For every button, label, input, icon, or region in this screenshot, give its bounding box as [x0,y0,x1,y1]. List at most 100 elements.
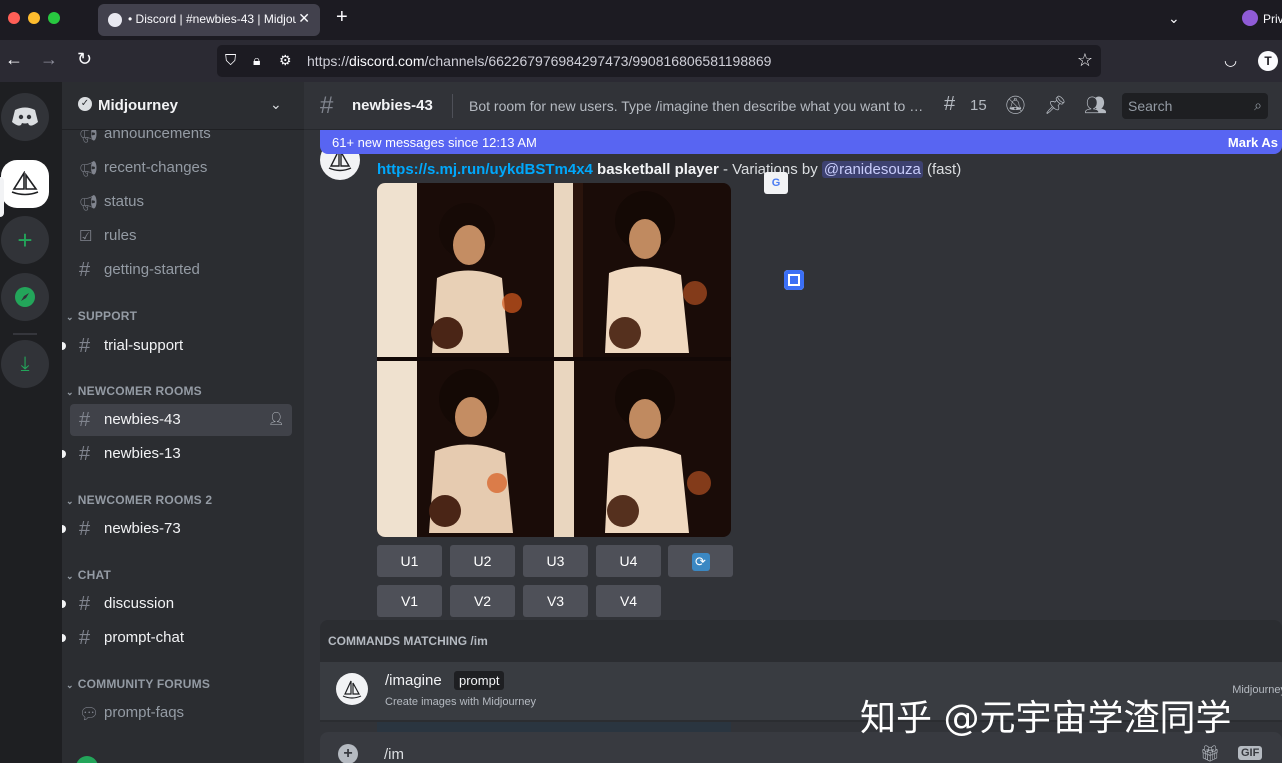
close-tab-icon[interactable]: ✕ [298,10,310,27]
variation-4-button[interactable]: V4 [596,585,661,617]
category-newcomer-rooms[interactable]: ⌄ NEWCOMER ROOMS [66,384,202,398]
translate-extension-icon[interactable]: G [764,172,788,194]
back-arrow-icon[interactable]: ← [5,49,23,70]
minimize-window-button[interactable] [28,12,40,24]
category-newcomer-rooms-2[interactable]: ⌄ NEWCOMER ROOMS 2 [66,493,212,507]
channel-label: prompt-chat [104,629,185,646]
chevron-down-icon[interactable]: ⌄ [1168,10,1180,27]
unread-indicator [62,450,66,458]
megaphone-icon: 📢︎ [79,161,99,178]
variation-1-button[interactable]: V1 [377,585,442,617]
screenshot-extension-icon[interactable] [784,270,804,290]
new-tab-icon[interactable]: + [336,6,348,29]
member-list-icon[interactable]: 👥︎ [1084,95,1107,116]
upscale-4-button[interactable]: U4 [596,545,661,577]
threads-hash-icon: # [79,518,91,540]
channel-rules[interactable]: ☑ rules [70,220,292,252]
channel-label: trial-support [104,337,184,354]
profile-avatar[interactable]: T [1258,51,1278,71]
close-window-button[interactable] [8,12,20,24]
channel-sidebar: ✓ Midjourney ⌄ 📢︎ announcements 📢︎ recen… [62,82,304,763]
new-messages-banner[interactable]: 61+ new messages since 12:13 AM Mark As [320,130,1282,154]
browser-navigation-bar: ← → ↻ ⛉ 🔒︎ ⚙ https://discord.com/channel… [0,40,1282,82]
channel-prompt-faqs[interactable]: 💬︎ prompt-faqs [70,697,292,729]
channel-trial-support[interactable]: # trial-support [62,330,292,362]
channel-newbies-73[interactable]: # newbies-73 [62,513,292,545]
add-server-button[interactable]: + [1,216,49,264]
reload-icon[interactable]: ↻ [77,49,92,70]
threads-hash-icon: # [320,92,334,119]
channel-getting-started[interactable]: # getting-started [70,254,292,286]
shield-icon[interactable]: ⛉ [225,52,236,69]
pin-icon[interactable]: 📌︎ [1044,95,1067,116]
notifications-muted-icon[interactable]: 🔕︎ [1004,95,1027,116]
unread-indicator [62,634,66,642]
search-icon: ⌕ [1254,97,1262,113]
new-messages-text: 61+ new messages since 12:13 AM [332,135,537,150]
explore-servers-button[interactable] [1,273,49,321]
bot-avatar [336,673,368,705]
url-text[interactable]: https://discord.com/channels/66226797698… [307,53,771,69]
category-community-forums[interactable]: ⌄ COMMUNITY FORUMS [66,677,210,691]
channel-label: newbies-13 [104,445,181,462]
search-input[interactable]: Search ⌕ [1122,93,1268,119]
channel-label: discussion [104,595,175,612]
channel-status[interactable]: 📢︎ status [70,186,292,218]
download-apps-button[interactable]: ⤓ [1,340,49,388]
channel-recent-changes[interactable]: 📢︎ recent-changes [70,152,292,184]
maximize-window-button[interactable] [48,12,60,24]
search-placeholder: Search [1128,98,1173,114]
tab-title: • Discord | #newbies-43 | Midjourney [128,12,296,26]
private-mode-icon [1242,10,1258,26]
chevron-down-icon[interactable]: ⌄ [270,96,282,113]
category-support[interactable]: ⌄ SUPPORT [66,309,137,323]
reroll-button[interactable]: ⟳ [668,545,733,577]
generated-image-grid[interactable] [377,183,731,537]
guild-header[interactable]: ✓ Midjourney ⌄ [62,82,304,130]
invite-user-icon[interactable]: 👤︎ [268,411,285,427]
discord-home-button[interactable] [1,93,49,141]
address-bar[interactable]: ⛉ 🔒︎ ⚙ https://discord.com/channels/6622… [217,45,1101,77]
discord-favicon-icon [108,13,122,27]
header-divider [452,94,453,118]
channel-label: getting-started [104,261,200,278]
server-divider [13,333,37,335]
threads-icon[interactable]: # [944,93,955,116]
prompt-link[interactable]: https://s.mj.run/uykdBSTm4x4 [377,161,593,178]
permissions-icon[interactable]: ⚙ [279,52,292,69]
unread-indicator [62,342,66,350]
variation-3-button[interactable]: V3 [523,585,588,617]
midjourney-server-icon[interactable] [1,160,49,208]
upscale-1-button[interactable]: U1 [377,545,442,577]
message-input-text[interactable]: /im [384,746,404,763]
channel-newbies-43[interactable]: # newbies-43 👤︎ [70,404,292,436]
user-mention[interactable]: @ranidesouza [821,161,923,178]
channel-prompt-chat[interactable]: # prompt-chat [62,622,292,654]
mark-as-read-button[interactable]: Mark As [1228,135,1278,150]
channel-topic[interactable]: Bot room for new users. Type /imagine th… [469,98,929,114]
pocket-icon[interactable]: ◡ [1224,51,1237,69]
selected-server-indicator [0,177,4,217]
user-avatar[interactable] [76,756,98,763]
unread-indicator [62,600,66,608]
gift-icon[interactable]: 🎁︎ [1200,744,1220,763]
add-attachment-icon[interactable]: + [338,744,358,763]
chat-area: # newbies-43 Bot room for new users. Typ… [304,82,1282,763]
forward-arrow-icon[interactable]: → [40,49,58,70]
category-chat[interactable]: ⌄ CHAT [66,568,111,582]
channel-label: prompt-faqs [104,704,185,721]
upscale-2-button[interactable]: U2 [450,545,515,577]
bookmark-star-icon[interactable]: ☆ [1077,50,1093,71]
lock-icon[interactable]: 🔒︎ [253,52,260,69]
channel-newbies-13[interactable]: # newbies-13 [62,438,292,470]
browser-tab[interactable]: • Discord | #newbies-43 | Midjourney ✕ [98,4,320,36]
speed-label: (fast) [927,161,962,178]
threads-hash-icon: # [79,627,91,649]
variation-2-button[interactable]: V2 [450,585,515,617]
upscale-3-button[interactable]: U3 [523,545,588,577]
browser-tab-strip: • Discord | #newbies-43 | Midjourney ✕ +… [0,0,1282,40]
gif-icon[interactable]: GIF [1238,746,1263,760]
megaphone-icon: 📢︎ [79,195,99,212]
forum-icon: 💬︎ [79,706,100,723]
channel-discussion[interactable]: # discussion [62,588,292,620]
